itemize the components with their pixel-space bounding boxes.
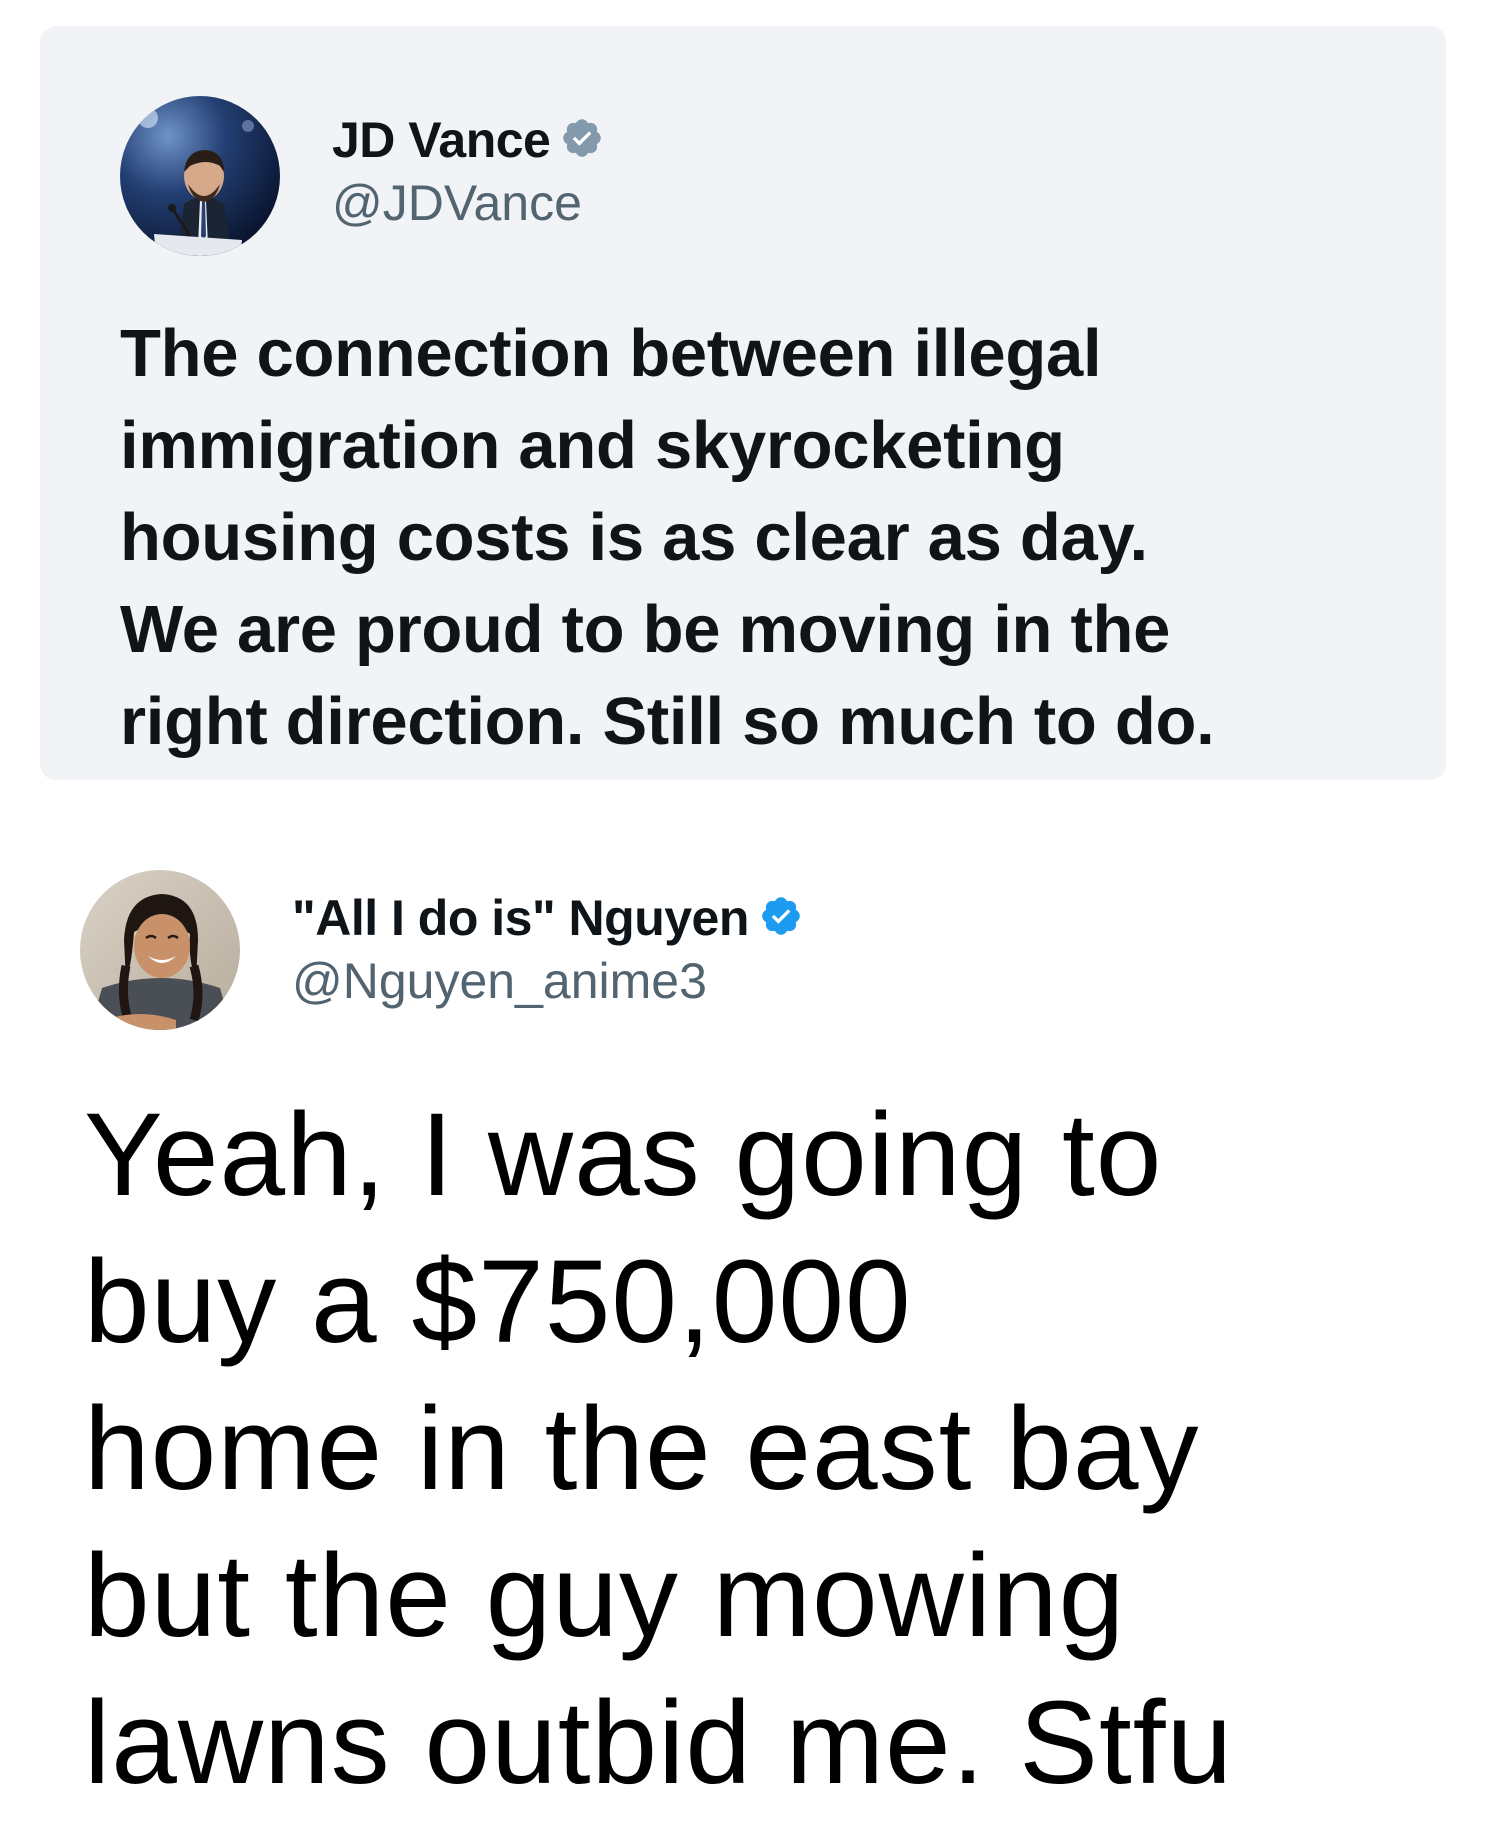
reply-author-avatar[interactable] [80, 870, 240, 1030]
verified-badge-icon [759, 894, 803, 943]
verified-badge-icon [560, 116, 604, 165]
reply-tweet-text: Yeah, I was going to buy a $750,000 home… [84, 1089, 1234, 1809]
smiling-person-icon [80, 870, 240, 1030]
quoted-author-name[interactable]: JD Vance [332, 111, 551, 169]
quoted-tweet-card[interactable]: JD Vance @JDVance The connection between… [40, 26, 1446, 780]
reply-author-name[interactable]: "All I do is" Nguyen [292, 889, 749, 947]
quoted-tweet-text: The connection between illegal immigrati… [120, 316, 1215, 759]
speaker-at-podium-icon [120, 96, 280, 256]
quoted-author-name-row: JD Vance [332, 110, 604, 170]
quoted-author-handle[interactable]: @JDVance [332, 174, 582, 232]
reply-author-name-row: "All I do is" Nguyen [292, 888, 803, 948]
quoted-author-avatar[interactable] [120, 96, 280, 256]
reply-author-handle[interactable]: @Nguyen_anime3 [292, 952, 707, 1010]
